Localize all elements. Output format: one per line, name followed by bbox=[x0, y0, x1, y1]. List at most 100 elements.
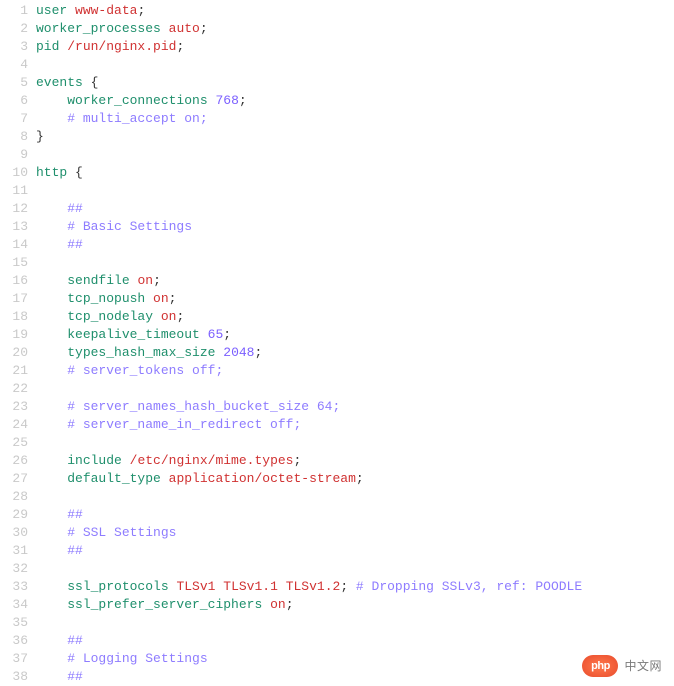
token-txt: ; bbox=[223, 327, 231, 342]
line-number: 10 bbox=[0, 164, 36, 182]
watermark-text: 中文网 bbox=[624, 657, 662, 675]
token-brace: } bbox=[36, 129, 44, 144]
code-line: 7 # multi_accept on; bbox=[0, 110, 674, 128]
code-content: # server_name_in_redirect off; bbox=[36, 416, 674, 434]
line-number: 35 bbox=[0, 614, 36, 632]
code-line: 38 ## bbox=[0, 668, 674, 686]
token-num: 65 bbox=[208, 327, 224, 342]
token-txt bbox=[36, 507, 67, 522]
code-content: ## bbox=[36, 542, 674, 560]
token-txt bbox=[36, 93, 67, 108]
token-val: /run/nginx.pid bbox=[67, 39, 176, 54]
code-content: default_type application/octet-stream; bbox=[36, 470, 674, 488]
code-content: types_hash_max_size 2048; bbox=[36, 344, 674, 362]
token-txt bbox=[36, 525, 67, 540]
code-line: 17 tcp_nopush on; bbox=[0, 290, 674, 308]
token-cmt: # Logging Settings bbox=[67, 651, 207, 666]
code-line: 29 ## bbox=[0, 506, 674, 524]
code-line: 25 bbox=[0, 434, 674, 452]
code-line: 35 bbox=[0, 614, 674, 632]
token-txt bbox=[145, 291, 153, 306]
token-txt bbox=[67, 3, 75, 18]
token-txt bbox=[36, 273, 67, 288]
line-number: 30 bbox=[0, 524, 36, 542]
token-val: /etc/nginx/mime.types bbox=[130, 453, 294, 468]
token-cmt: # SSL Settings bbox=[67, 525, 176, 540]
line-number: 25 bbox=[0, 434, 36, 452]
token-txt: ; bbox=[286, 597, 294, 612]
code-line: 1user www-data; bbox=[0, 2, 674, 20]
token-cmt: ## bbox=[67, 507, 83, 522]
code-content: include /etc/nginx/mime.types; bbox=[36, 452, 674, 470]
code-line: 13 # Basic Settings bbox=[0, 218, 674, 236]
line-number: 13 bbox=[0, 218, 36, 236]
line-number: 16 bbox=[0, 272, 36, 290]
code-line: 33 ssl_protocols TLSv1 TLSv1.1 TLSv1.2; … bbox=[0, 578, 674, 596]
code-line: 21 # server_tokens off; bbox=[0, 362, 674, 380]
code-line: 32 bbox=[0, 560, 674, 578]
token-txt bbox=[67, 165, 75, 180]
code-line: 18 tcp_nodelay on; bbox=[0, 308, 674, 326]
line-number: 14 bbox=[0, 236, 36, 254]
code-line: 2worker_processes auto; bbox=[0, 20, 674, 38]
line-number: 34 bbox=[0, 596, 36, 614]
token-txt bbox=[83, 75, 91, 90]
line-number: 24 bbox=[0, 416, 36, 434]
token-kw: sendfile bbox=[67, 273, 129, 288]
line-number: 20 bbox=[0, 344, 36, 362]
line-number: 4 bbox=[0, 56, 36, 74]
token-txt bbox=[161, 471, 169, 486]
line-number: 3 bbox=[0, 38, 36, 56]
code-line: 28 bbox=[0, 488, 674, 506]
code-content: tcp_nopush on; bbox=[36, 290, 674, 308]
token-num: 768 bbox=[215, 93, 238, 108]
token-cmt: # multi_accept on; bbox=[67, 111, 207, 126]
code-content: ## bbox=[36, 200, 674, 218]
code-line: 24 # server_name_in_redirect off; bbox=[0, 416, 674, 434]
code-content: sendfile on; bbox=[36, 272, 674, 290]
line-number: 33 bbox=[0, 578, 36, 596]
code-line: 8} bbox=[0, 128, 674, 146]
line-number: 38 bbox=[0, 668, 36, 686]
code-content: ssl_prefer_server_ciphers on; bbox=[36, 596, 674, 614]
token-txt bbox=[36, 111, 67, 126]
line-number: 32 bbox=[0, 560, 36, 578]
code-line: 34 ssl_prefer_server_ciphers on; bbox=[0, 596, 674, 614]
line-number: 7 bbox=[0, 110, 36, 128]
token-val: www-data bbox=[75, 3, 137, 18]
token-txt: ; bbox=[200, 21, 208, 36]
code-content: pid /run/nginx.pid; bbox=[36, 38, 674, 56]
code-content: keepalive_timeout 65; bbox=[36, 326, 674, 344]
token-txt bbox=[36, 237, 67, 252]
token-cmt: # Basic Settings bbox=[67, 219, 192, 234]
code-content: # Logging Settings bbox=[36, 650, 674, 668]
token-val: on bbox=[270, 597, 286, 612]
code-line: 9 bbox=[0, 146, 674, 164]
token-kw: tcp_nopush bbox=[67, 291, 145, 306]
code-content: ## bbox=[36, 668, 674, 686]
token-cmt: ## bbox=[67, 633, 83, 648]
code-line: 5events { bbox=[0, 74, 674, 92]
token-txt: ; bbox=[176, 309, 184, 324]
token-txt bbox=[36, 309, 67, 324]
token-txt bbox=[36, 291, 67, 306]
token-brace: { bbox=[75, 165, 83, 180]
token-txt bbox=[161, 21, 169, 36]
token-kw: worker_processes bbox=[36, 21, 161, 36]
token-txt bbox=[153, 309, 161, 324]
token-cmt: # server_name_in_redirect off; bbox=[67, 417, 301, 432]
token-txt bbox=[36, 363, 67, 378]
token-txt bbox=[36, 417, 67, 432]
code-content: ## bbox=[36, 236, 674, 254]
code-line: 23 # server_names_hash_bucket_size 64; bbox=[0, 398, 674, 416]
token-txt bbox=[36, 669, 67, 684]
token-txt: ; bbox=[254, 345, 262, 360]
line-number: 31 bbox=[0, 542, 36, 560]
code-content: user www-data; bbox=[36, 2, 674, 20]
token-kw: events bbox=[36, 75, 83, 90]
line-number: 21 bbox=[0, 362, 36, 380]
token-kw: worker_connections bbox=[67, 93, 207, 108]
code-line: 36 ## bbox=[0, 632, 674, 650]
token-txt: ; bbox=[340, 579, 356, 594]
line-number: 22 bbox=[0, 380, 36, 398]
